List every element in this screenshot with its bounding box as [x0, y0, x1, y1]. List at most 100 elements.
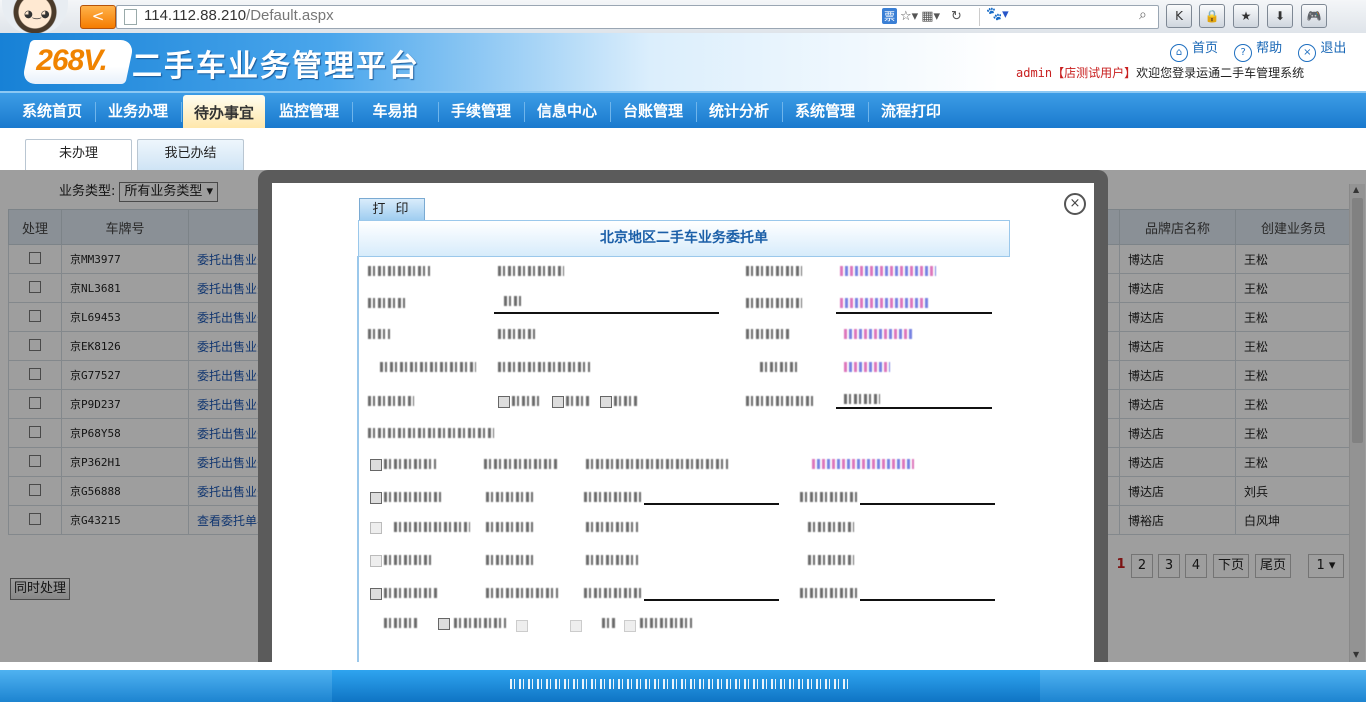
option-checkbox[interactable] — [570, 620, 582, 632]
blurred-text — [808, 555, 854, 565]
blurred-text — [844, 362, 890, 372]
qr-icon[interactable]: ▦▾ — [921, 9, 940, 24]
blurred-text — [602, 618, 616, 628]
option-checkbox[interactable] — [438, 618, 450, 630]
nav-item-cheyipai[interactable]: 车易拍 — [353, 93, 437, 130]
blurred-text — [384, 492, 444, 502]
blurred-text — [746, 298, 802, 308]
blurred-text — [486, 555, 534, 565]
blurred-text — [760, 362, 800, 372]
blurred-text — [368, 266, 430, 276]
option-checkbox[interactable] — [370, 588, 382, 600]
tab-pending[interactable]: 未办理 — [25, 139, 132, 170]
blurred-text — [746, 266, 802, 276]
gamepad-icon[interactable]: 🎮 — [1301, 4, 1327, 28]
blurred-text — [614, 396, 638, 406]
logout-link[interactable]: × 退出 — [1298, 37, 1346, 62]
search-icon[interactable]: ⌕ — [1139, 7, 1147, 23]
logout-link-label: 退出 — [1320, 41, 1347, 56]
option-checkbox[interactable] — [516, 620, 528, 632]
logo-text: 268V. — [36, 44, 107, 77]
blurred-text — [484, 459, 558, 469]
baidu-paw-icon[interactable]: 🐾▾ — [986, 7, 1009, 22]
blurred-text — [584, 492, 642, 502]
current-user: admin — [1016, 66, 1053, 80]
address-tools: 票 ☆▾ ▦▾ ↻ — [882, 8, 965, 24]
blurred-text — [368, 298, 406, 308]
option-checkbox[interactable] — [370, 459, 382, 471]
address-bar[interactable]: 114.112.88.210/Default.aspx 票 ☆▾ ▦▾ ↻ 🐾▾ ⌕ — [116, 5, 1159, 29]
blurred-text — [394, 522, 470, 532]
blurred-text — [384, 459, 436, 469]
subtab-bar: 未办理 我已办结 — [0, 128, 1366, 171]
welcome-text: 欢迎您登录运通二手车管理系统 — [1136, 66, 1305, 80]
url-host: 114.112.88.210 — [144, 7, 247, 24]
site-footer — [0, 670, 1366, 702]
nav-item-todo[interactable]: 待办事宜 — [183, 95, 265, 130]
help-link[interactable]: ? 帮助 — [1234, 37, 1282, 62]
blurred-text — [808, 522, 854, 532]
nav-item-ledger[interactable]: 台账管理 — [611, 93, 695, 130]
blurred-text — [746, 329, 790, 339]
nav-item-home[interactable]: 系统首页 — [10, 93, 94, 130]
blurred-text — [498, 266, 564, 276]
site-header: 268V. 二手车业务管理平台 ⌂ 首页 ? 帮助 × 退出 admin【店测试用户】… — [0, 33, 1366, 91]
nav-item-statistics[interactable]: 统计分析 — [697, 93, 781, 130]
print-button[interactable]: 打 印 — [359, 198, 425, 220]
nav-item-procedures[interactable]: 手续管理 — [439, 93, 523, 130]
nav-item-info-center[interactable]: 信息中心 — [525, 93, 609, 130]
nav-item-business[interactable]: 业务办理 — [96, 93, 180, 130]
close-icon[interactable]: × — [1064, 193, 1086, 215]
blurred-text — [840, 298, 930, 308]
underline — [644, 599, 779, 601]
url-path: /Default.aspx — [246, 7, 334, 24]
blurred-text — [586, 555, 638, 565]
toolbar-k-button[interactable]: K — [1166, 4, 1192, 28]
form-title: 北京地区二手车业务委托单 — [358, 220, 1010, 257]
blurred-text — [384, 555, 434, 565]
nav-item-print-flow[interactable]: 流程打印 — [869, 93, 953, 130]
home-link-label: 首页 — [1192, 41, 1219, 56]
blurred-text — [504, 296, 524, 306]
blurred-text — [368, 329, 390, 339]
blurred-text — [584, 588, 642, 598]
home-link[interactable]: ⌂ 首页 — [1170, 37, 1218, 62]
option-checkbox[interactable] — [552, 396, 564, 408]
option-checkbox[interactable] — [600, 396, 612, 408]
blurred-text — [800, 492, 858, 502]
blurred-text — [486, 588, 558, 598]
option-checkbox[interactable] — [370, 555, 382, 567]
option-checkbox[interactable] — [624, 620, 636, 632]
underline — [860, 503, 995, 505]
lock-icon[interactable]: 🔒 — [1199, 4, 1225, 28]
underline — [836, 312, 992, 314]
nav-item-system[interactable]: 系统管理 — [783, 93, 867, 130]
current-user-store: 【店测试用户】 — [1052, 66, 1137, 80]
search-divider — [979, 8, 980, 26]
blurred-text — [486, 492, 534, 502]
form-left-border — [357, 256, 359, 662]
browser-toolbar: ◕‿◕ < 114.112.88.210/Default.aspx 票 ☆▾ ▦▾ ↻… — [0, 0, 1366, 34]
refresh-icon[interactable]: ↻ — [951, 9, 962, 24]
header-links: ⌂ 首页 ? 帮助 × 退出 — [1170, 37, 1358, 62]
underline — [860, 599, 995, 601]
blurred-text — [586, 459, 728, 469]
browser-avatar-icon[interactable]: ◕‿◕ — [2, 0, 68, 34]
blurred-text — [486, 522, 534, 532]
back-button[interactable]: < — [80, 5, 116, 29]
page-icon — [124, 9, 137, 25]
option-checkbox[interactable] — [370, 522, 382, 534]
nav-item-monitor[interactable]: 监控管理 — [267, 93, 351, 130]
blurred-text — [384, 618, 418, 628]
blurred-text — [512, 396, 542, 406]
option-checkbox[interactable] — [498, 396, 510, 408]
logout-icon: × — [1298, 44, 1317, 62]
welcome-message: admin【店测试用户】欢迎您登录运通二手车管理系统 — [1016, 64, 1304, 81]
favorite-star-icon[interactable]: ☆▾ — [900, 9, 918, 24]
download-icon[interactable]: ⬇ — [1267, 4, 1293, 28]
star-icon[interactable]: ★ — [1233, 4, 1259, 28]
tab-completed[interactable]: 我已办结 — [137, 139, 244, 170]
site-logo: 268V. — [21, 40, 135, 84]
option-checkbox[interactable] — [370, 492, 382, 504]
ticket-icon[interactable]: 票 — [882, 8, 897, 24]
